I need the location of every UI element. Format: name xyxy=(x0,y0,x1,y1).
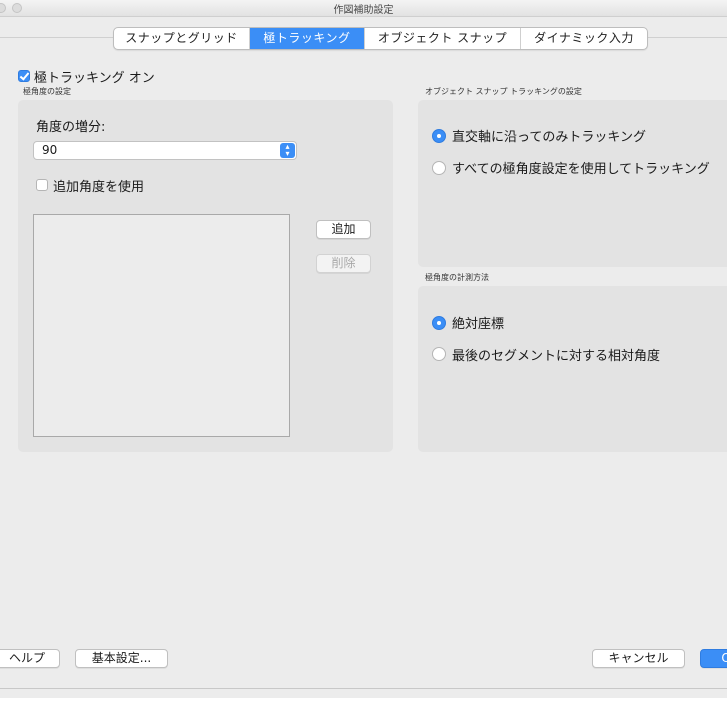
all-polar-angles-label: すべての極角度設定を使用してトラッキング xyxy=(452,162,710,177)
help-button[interactable]: ヘルプ xyxy=(0,649,60,668)
ok-button[interactable]: OK xyxy=(700,649,727,668)
orthogonal-only-radio[interactable] xyxy=(432,129,446,143)
drafting-settings-window: 作図補助設定 スナップとグリッド 極トラッキング オブジェクト スナップ ダイナ… xyxy=(0,0,727,698)
tab-bar: スナップとグリッド 極トラッキング オブジェクト スナップ ダイナミック入力 xyxy=(113,27,648,50)
cancel-button[interactable]: キャンセル xyxy=(592,649,685,668)
select-stepper-icon: ▴ ▾ xyxy=(280,143,295,158)
tab-object-snap[interactable]: オブジェクト スナップ xyxy=(365,28,521,49)
measurement-panel xyxy=(418,286,727,452)
polar-tracking-label: 極トラッキング オン xyxy=(34,71,155,86)
increment-angle-value: 90 xyxy=(42,143,58,157)
delete-angle-button[interactable]: 削除 xyxy=(316,254,371,273)
relative-last-segment-radio[interactable] xyxy=(432,347,446,361)
absolute-radio[interactable] xyxy=(432,316,446,330)
orthogonal-only-label: 直交軸に沿ってのみトラッキング xyxy=(452,130,646,145)
measurement-group-title: 極角度の計測方法 xyxy=(425,273,489,282)
tab-dynamic-input[interactable]: ダイナミック入力 xyxy=(521,28,647,49)
relative-last-segment-label: 最後のセグメントに対する相対角度 xyxy=(452,349,661,364)
polar-angle-group-title: 極角度の設定 xyxy=(23,87,71,96)
increment-angle-select[interactable]: 90 ▴ ▾ xyxy=(33,141,297,160)
all-polar-angles-radio[interactable] xyxy=(432,161,446,175)
settings-button[interactable]: 基本設定... xyxy=(75,649,168,668)
osnap-tracking-group-title: オブジェクト スナップ トラッキングの設定 xyxy=(425,87,582,96)
title-bar: 作図補助設定 xyxy=(0,0,727,17)
absolute-label: 絶対座標 xyxy=(452,317,505,332)
window-title: 作図補助設定 xyxy=(333,5,394,16)
footer-divider xyxy=(0,688,727,689)
additional-angles-list[interactable] xyxy=(33,214,290,437)
tab-snap-grid[interactable]: スナップとグリッド xyxy=(114,28,250,49)
additional-angles-checkbox[interactable] xyxy=(36,179,48,191)
increment-label: 角度の増分: xyxy=(36,120,106,135)
polar-tracking-checkbox[interactable] xyxy=(18,70,30,82)
tab-polar-tracking[interactable]: 極トラッキング xyxy=(250,28,365,49)
additional-angles-label: 追加角度を使用 xyxy=(53,180,145,195)
add-angle-button[interactable]: 追加 xyxy=(316,220,371,239)
